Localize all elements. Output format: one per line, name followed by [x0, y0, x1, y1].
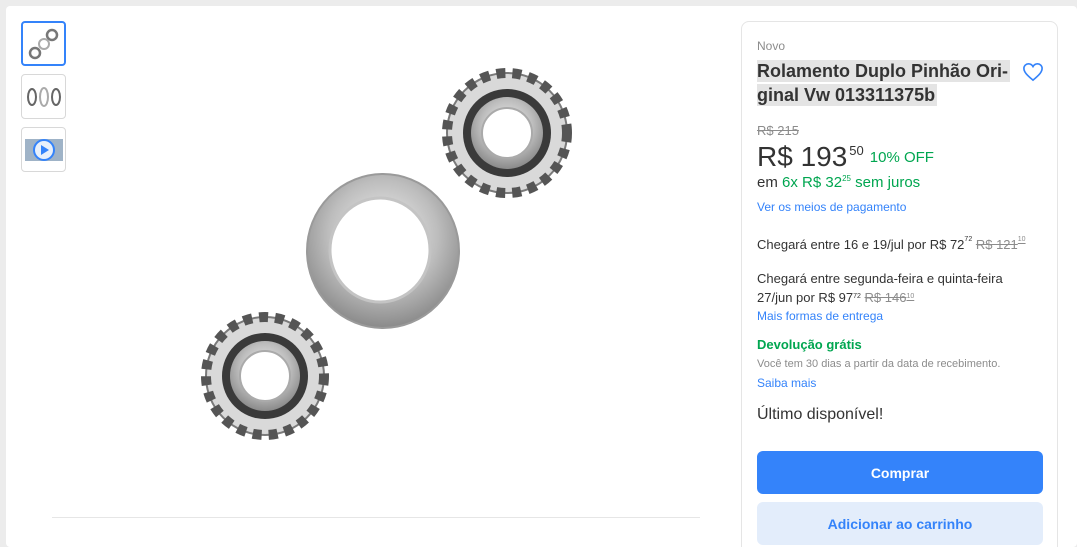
main-product-image[interactable] — [190, 60, 590, 460]
installments-value: 6x R$ 3225 sem juros — [782, 174, 920, 191]
product-title-line-1: Rolamento Duplo Pinhão Ori- — [757, 60, 1010, 82]
gallery-divider — [52, 517, 700, 518]
shipping-option-1-old-cents: 10 — [1017, 236, 1026, 243]
learn-more-link[interactable]: Saiba mais — [757, 376, 816, 390]
price-row: R$ 193 50 10% OFF — [757, 139, 934, 175]
play-icon — [24, 138, 63, 161]
thumbnail-bearings-side-image — [26, 86, 61, 107]
shipping-option-2-text-b: 27/jun por R$ 97 — [757, 290, 854, 305]
product-title-line-2: ginal Vw 013311375b — [757, 84, 938, 106]
thumbnail-2[interactable] — [21, 74, 66, 119]
current-price: R$ 193 — [757, 141, 848, 172]
shipping-option-1-old-value: R$ 121 — [975, 237, 1018, 252]
outer-race-ring — [306, 173, 460, 329]
installments-info: em 6x R$ 3225 sem juros — [757, 174, 920, 191]
heart-icon[interactable] — [1022, 62, 1044, 82]
shipping-option-1-cents: 72 — [964, 236, 973, 243]
product-title: Rolamento Duplo Pinhão Ori- ginal Vw 013… — [757, 59, 1019, 107]
bottom-bearing — [201, 312, 329, 440]
shipping-option-1-old-price: R$ 12110 — [975, 236, 1026, 252]
thumbnail-1[interactable] — [21, 21, 66, 66]
discount-badge: 10% OFF — [869, 149, 934, 166]
shipping-option-2-old-value: R$ 146 — [864, 290, 907, 305]
shipping-option-2-text-a: Chegará entre segunda-feira e quinta-fei… — [757, 271, 1003, 286]
more-shipping-link[interactable]: Mais formas de entrega — [757, 309, 883, 323]
free-returns-title: Devolução grátis — [757, 337, 862, 352]
shipping-option-2: Chegará entre segunda-feira e quinta-fei… — [757, 269, 1047, 307]
condition-label: Novo — [757, 39, 786, 53]
original-price: R$ 215 — [757, 123, 799, 138]
free-returns-description: Você tem 30 dias a partir da data de rec… — [757, 358, 1001, 370]
stock-status: Último disponível! — [757, 406, 884, 423]
installments-prefix: em — [757, 174, 778, 191]
current-price-cents: 50 — [849, 143, 864, 158]
thumbnail-bearings-image — [28, 28, 58, 59]
shipping-option-2-old-cents: 10 — [906, 293, 915, 300]
buy-box: Novo Rolamento Duplo Pinhão Ori- ginal V… — [741, 21, 1058, 547]
installments-cents: 25 — [842, 174, 851, 183]
shipping-option-2-old-price: R$ 14610 — [865, 290, 915, 305]
installments-suffix: sem juros — [855, 174, 921, 191]
payment-methods-link[interactable]: Ver os meios de pagamento — [757, 200, 906, 214]
top-bearing — [442, 68, 572, 198]
installments-amount: 6x R$ 32 — [782, 174, 843, 191]
shipping-option-2-cents: 72 — [853, 293, 861, 300]
thumbnail-video[interactable] — [21, 127, 66, 172]
shipping-option-1: Chegará entre 16 e 19/jul por R$ 7272 R$… — [757, 236, 1026, 252]
buy-button[interactable]: Comprar — [757, 451, 1043, 494]
shipping-option-1-text: Chegará entre 16 e 19/jul por R$ 72 — [757, 237, 965, 252]
add-to-cart-button[interactable]: Adicionar ao carrinho — [757, 502, 1043, 545]
